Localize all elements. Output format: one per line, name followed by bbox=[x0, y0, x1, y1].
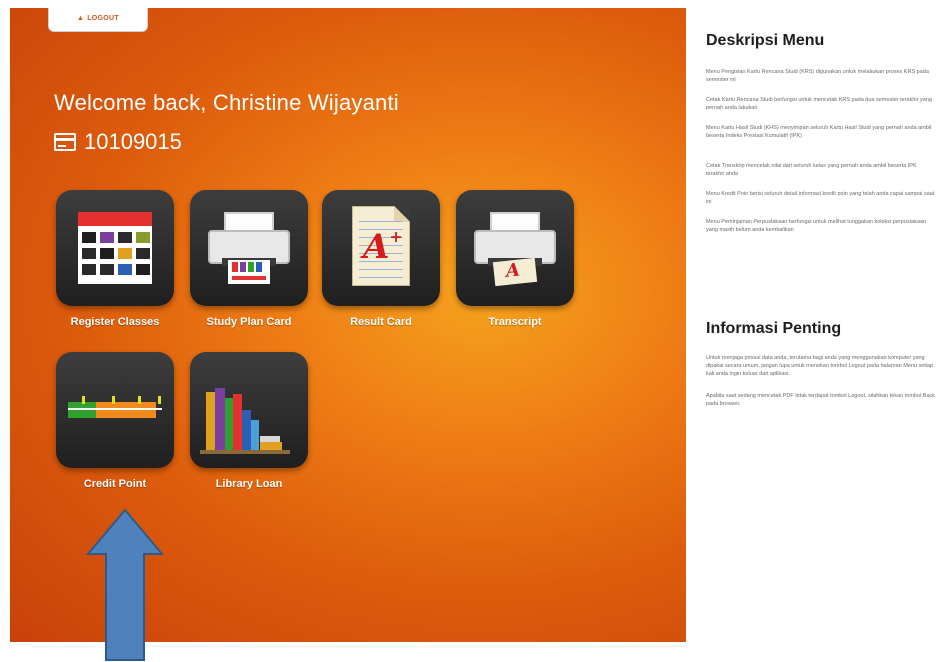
tile-result-card[interactable]: A+ Result Card bbox=[322, 190, 440, 328]
printer-icon bbox=[208, 212, 290, 286]
tile-library-loan-box[interactable] bbox=[190, 352, 308, 468]
menu-description-print-krs: Cetak Kartu Rencana Studi berfungsi untu… bbox=[706, 97, 932, 111]
menu-description-krs: Menu Pengisian Kartu Rencana Studi (KRS)… bbox=[706, 69, 929, 83]
printer-transcript-icon: A bbox=[474, 212, 556, 287]
screen: ▲ LOGOUT Welcome back, Christine Wijayan… bbox=[0, 0, 944, 662]
tile-result-card-box[interactable]: A+ bbox=[322, 190, 440, 306]
tile-credit-point[interactable]: Credit Point bbox=[56, 352, 174, 490]
grade-document-icon: A+ bbox=[352, 206, 410, 286]
menu-description-khs: Menu Kartu Hasil Studi (KHS) menyimpan s… bbox=[706, 125, 932, 139]
tile-study-plan-card[interactable]: Study Plan Card bbox=[190, 190, 308, 328]
tile-transcript[interactable]: A Transcript bbox=[456, 190, 574, 328]
logout-label: LOGOUT bbox=[87, 14, 119, 22]
books-icon bbox=[190, 352, 308, 468]
description-sidebar: Deskripsi Menu Menu Pengisian Kartu Renc… bbox=[686, 8, 944, 642]
important-info-logout: Untuk menjaga privasi data anda, terutam… bbox=[706, 355, 934, 377]
tile-library-loan[interactable]: Library Loan bbox=[190, 352, 308, 490]
tile-transcript-label[interactable]: Transcript bbox=[456, 316, 574, 328]
tile-register-classes-box[interactable] bbox=[56, 190, 174, 306]
tile-credit-point-box[interactable] bbox=[56, 352, 174, 468]
important-info-title: Informasi Penting bbox=[706, 320, 842, 337]
home-icon: ▲ bbox=[77, 14, 85, 22]
student-id: 10109015 bbox=[84, 129, 182, 154]
tile-register-classes[interactable]: Register Classes bbox=[56, 190, 174, 328]
ruler-progress-icon bbox=[68, 396, 162, 418]
tile-result-card-label[interactable]: Result Card bbox=[322, 316, 440, 328]
id-card-icon bbox=[54, 133, 76, 151]
logout-button[interactable]: ▲ LOGOUT bbox=[48, 8, 148, 32]
menu-description-library: Menu Peminjaman Perpustakaan berfungsi u… bbox=[706, 219, 927, 233]
student-id-row: 10109015 bbox=[54, 129, 182, 155]
menu-description-title: Deskripsi Menu bbox=[706, 32, 825, 49]
up-arrow-annotation bbox=[85, 508, 165, 662]
menu-description-transcript: Cetak Transkrip mencetak nilai dari selu… bbox=[706, 163, 917, 177]
important-info-pdf: Apabila saat sedang mencetak PDF tidak t… bbox=[706, 393, 935, 407]
tile-study-plan-card-box[interactable] bbox=[190, 190, 308, 306]
tile-study-plan-card-label[interactable]: Study Plan Card bbox=[190, 316, 308, 328]
menu-description-credit-point: Menu Kredit Poin berisi seluruh detail i… bbox=[706, 191, 935, 205]
calendar-grid-icon bbox=[78, 212, 152, 284]
welcome-heading: Welcome back, Christine Wijayanti bbox=[54, 90, 399, 115]
tile-register-classes-label[interactable]: Register Classes bbox=[56, 316, 174, 328]
tile-credit-point-label[interactable]: Credit Point bbox=[56, 478, 174, 490]
tile-transcript-box[interactable]: A bbox=[456, 190, 574, 306]
tile-library-loan-label[interactable]: Library Loan bbox=[190, 478, 308, 490]
